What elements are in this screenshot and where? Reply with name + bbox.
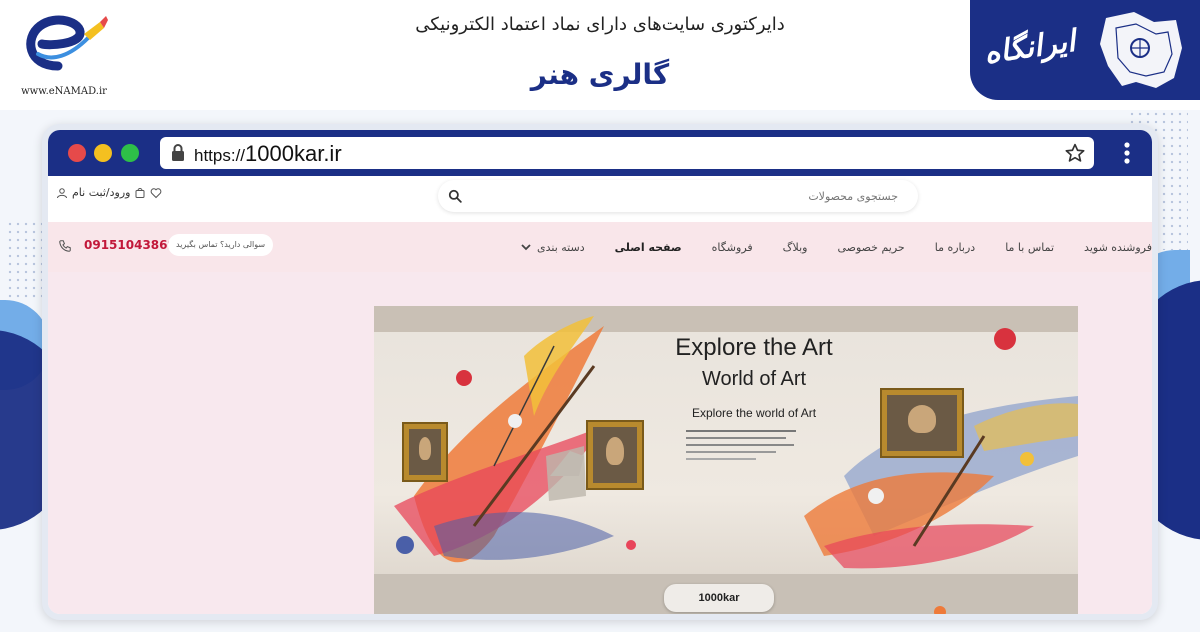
search-input[interactable] <box>468 180 908 212</box>
painting-face <box>908 405 936 434</box>
site-top-bar: ورود/ثبت نام <box>48 176 1152 222</box>
login-register-link[interactable]: ورود/ثبت نام <box>56 186 162 199</box>
hero-subtitle: Explore the world of Art <box>691 406 817 420</box>
irangah-brand: ایرانگاه <box>970 0 1200 100</box>
browser-menu-icon[interactable] <box>1124 142 1130 164</box>
browser-window: https://1000kar.ir ورود/ثبت نام جستجوی م… <box>42 124 1158 620</box>
minimize-window-button[interactable] <box>94 144 112 162</box>
login-register-label: ورود/ثبت نام <box>72 186 131 199</box>
painting-frame <box>404 424 446 480</box>
nav-privacy[interactable]: حریم خصوصی <box>837 241 904 254</box>
painting-frame <box>588 422 642 488</box>
enamad-url: www.eNAMAD.ir <box>21 86 107 97</box>
painting-face <box>606 437 624 466</box>
chevron-down-icon <box>521 244 531 251</box>
close-window-button[interactable] <box>68 144 86 162</box>
decor-ball <box>508 414 522 428</box>
main-navigation: 09151043869 سوالی دارید؟ تماس بگیرید دست… <box>48 222 1152 272</box>
phone-icon <box>59 240 71 252</box>
address-bar[interactable]: https://1000kar.ir <box>160 137 1094 169</box>
nav-menu: دسته بندی صفحه اصلی فروشگاه وبلاگ حریم خ… <box>487 222 1152 272</box>
nav-become-seller[interactable]: فروشنده شوید <box>1084 241 1152 254</box>
bookmark-star-icon[interactable] <box>1064 142 1086 164</box>
nav-categories-label: دسته بندی <box>537 240 585 254</box>
nav-shop[interactable]: فروشگاه <box>712 241 753 254</box>
url-protocol: https:// <box>194 146 246 165</box>
decor-ball <box>934 606 946 614</box>
decor-ball <box>396 536 414 554</box>
contact-phone-number[interactable]: 09151043869 <box>84 238 176 252</box>
ask-question-badge: سوالی دارید؟ تماس بگیرید <box>168 234 274 256</box>
background-dots <box>6 220 46 300</box>
enamad-logo: www.eNAMAD.ir <box>8 4 118 100</box>
brand-logo-text: ایرانگاه <box>982 23 1078 72</box>
cart-icon[interactable] <box>134 187 146 199</box>
page-title: گالری هنر <box>530 58 670 91</box>
painting-face <box>418 437 432 461</box>
hero-title-secondary: World of Art <box>701 368 807 390</box>
decor-ball <box>1020 452 1034 466</box>
decor-ball <box>994 328 1016 350</box>
enamad-e-icon <box>26 15 108 71</box>
decor-ball <box>868 488 884 504</box>
maximize-window-button[interactable] <box>121 144 139 162</box>
iran-map-icon <box>1100 12 1182 88</box>
nav-contact[interactable]: تماس با ما <box>1005 241 1054 254</box>
directory-subtitle: دایرکتوری سایت‌های دارای نماد اعتماد الک… <box>415 14 785 35</box>
lock-icon <box>172 144 184 161</box>
decor-ball <box>626 540 636 550</box>
nav-blog[interactable]: وبلاگ <box>783 241 808 254</box>
product-search <box>438 180 918 212</box>
wishlist-heart-icon[interactable] <box>150 187 162 199</box>
user-icon <box>57 187 67 198</box>
hero-body-text <box>686 430 796 460</box>
nav-home[interactable]: صفحه اصلی <box>615 241 682 254</box>
browser-titlebar: https://1000kar.ir <box>48 130 1152 176</box>
hero-title: Explore the Art <box>675 334 833 361</box>
nav-about[interactable]: درباره ما <box>935 241 975 254</box>
search-icon[interactable] <box>448 189 462 203</box>
url-domain: 1000kar.ir <box>245 141 342 166</box>
painting-frame <box>882 390 962 456</box>
url-text: https://1000kar.ir <box>194 141 342 167</box>
page-content: Explore the Art World of Art Explore the… <box>48 272 1152 614</box>
page-header: www.eNAMAD.ir دایرکتوری سایت‌های دارای ن… <box>0 0 1200 110</box>
decor-ball <box>456 370 472 386</box>
hero-brand-badge: 1000kar <box>664 584 774 612</box>
hero-banner[interactable]: Explore the Art World of Art Explore the… <box>374 306 1078 614</box>
nav-categories[interactable]: دسته بندی <box>521 241 585 254</box>
